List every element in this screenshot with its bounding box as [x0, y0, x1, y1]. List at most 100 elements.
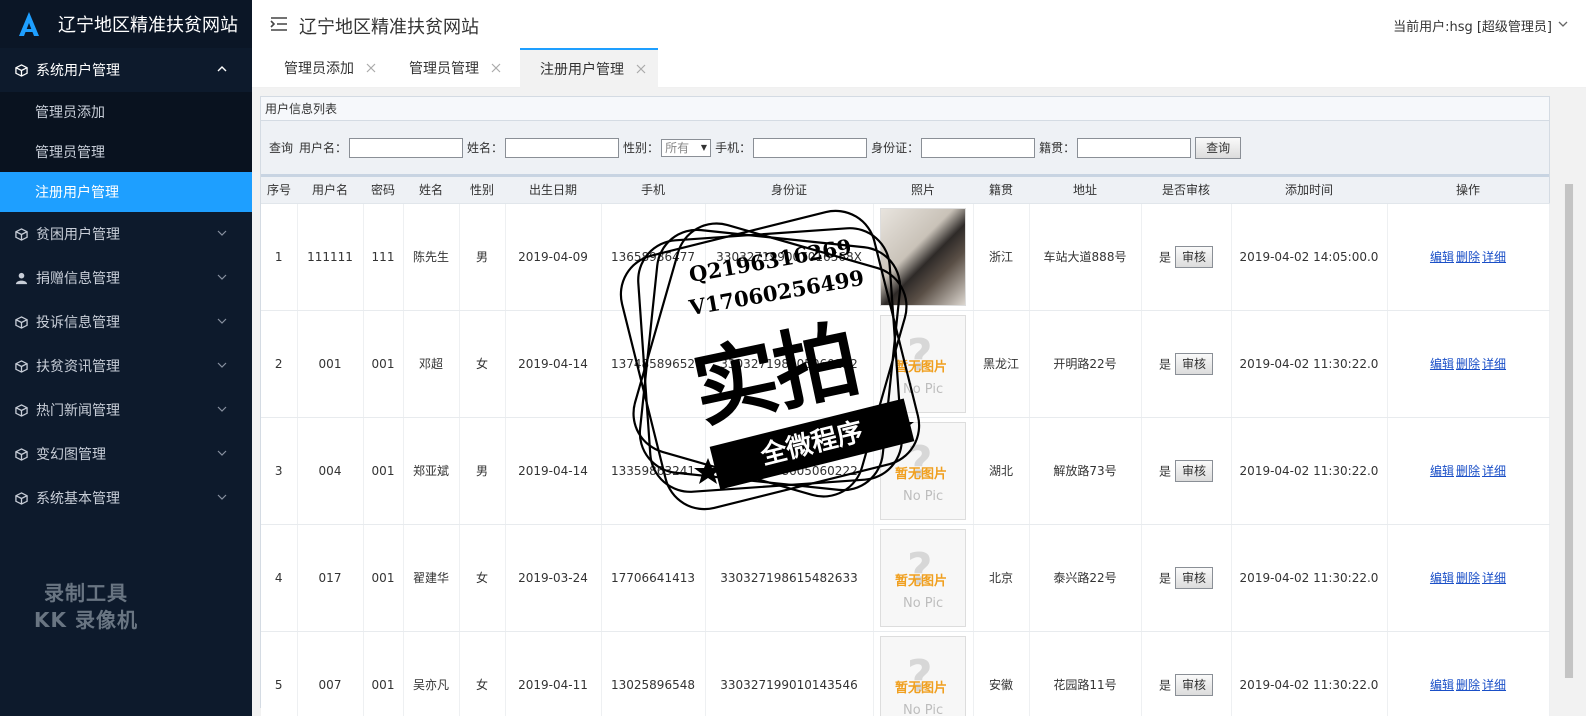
- detail-link[interactable]: 详细: [1482, 250, 1506, 264]
- detail-link[interactable]: 详细: [1482, 571, 1506, 585]
- search-button[interactable]: 查询: [1195, 136, 1242, 159]
- close-icon[interactable]: [366, 63, 376, 73]
- sidebar-subitem-admin-manage[interactable]: 管理员管理: [0, 132, 252, 172]
- sidebar-item-carousel[interactable]: 变幻图管理: [0, 432, 252, 476]
- delete-link[interactable]: 删除: [1456, 250, 1480, 264]
- audit-button[interactable]: 审核: [1175, 566, 1214, 589]
- cell-gender: 女: [459, 524, 506, 632]
- nopic-cn-label: 暂无图片: [895, 359, 948, 375]
- audit-button[interactable]: 审核: [1175, 245, 1214, 268]
- cell-idcard: 330327199010143546: [705, 631, 874, 716]
- column-header: 序号: [261, 177, 297, 204]
- column-header: 照片: [873, 177, 973, 204]
- user-list-panel: 用户信息列表 查询 用户名： 姓名： 性别： 所有 ▼ 手机： 身份证： 籍贯：…: [260, 96, 1550, 716]
- delete-link[interactable]: 删除: [1456, 571, 1480, 585]
- delete-link[interactable]: 删除: [1456, 464, 1480, 478]
- sidebar-subitem-admin-add[interactable]: 管理员添加: [0, 92, 252, 132]
- table-header-row: 序号 用户名 密码 姓名 性别 出生日期 手机 身份证 照片 籍贯 地址 是否审核 添加时间 操作: [261, 177, 1549, 204]
- menu-toggle-icon[interactable]: [270, 16, 288, 32]
- detail-link[interactable]: 详细: [1482, 678, 1506, 692]
- cell-actions: 编辑 删除 详细: [1387, 631, 1550, 716]
- edit-link[interactable]: 编辑: [1430, 678, 1454, 692]
- cell-phone: 13025896548: [601, 631, 706, 716]
- tab-admin-manage[interactable]: 管理员管理: [389, 48, 513, 88]
- cell-birth: 2019-04-14: [505, 417, 602, 525]
- table-row: 2 001 001 邓超女 2019-04-14 13748589652 330327198…: [261, 310, 1550, 418]
- cell-photo: ? 暂无图片 No Pic: [873, 310, 974, 418]
- cell-idcard: 330327198605060222: [705, 310, 874, 418]
- tab-registered-users[interactable]: 注册用户管理: [520, 48, 658, 88]
- nopic-en-label: No Pic: [903, 702, 944, 716]
- submenu-system-users: 管理员添加 管理员管理 注册用户管理: [0, 92, 252, 212]
- username-input[interactable]: [349, 137, 464, 158]
- column-header: 操作: [1387, 177, 1549, 204]
- scrollbar-thumb[interactable]: [1565, 184, 1573, 678]
- brand-title: 辽宁地区精准扶贫网站: [58, 15, 238, 36]
- edit-link[interactable]: 编辑: [1430, 357, 1454, 371]
- close-icon[interactable]: [636, 64, 646, 74]
- cell-username: 017: [297, 524, 364, 632]
- cube-icon: [14, 63, 28, 77]
- sidebar-item-system-users[interactable]: 系统用户管理: [0, 48, 252, 92]
- sidebar-subitem-registered-users[interactable]: 注册用户管理: [0, 172, 252, 212]
- sidebar-item-hot-news[interactable]: 热门新闻管理: [0, 388, 252, 432]
- chevron-up-icon: [217, 66, 227, 72]
- audit-button[interactable]: 审核: [1175, 352, 1214, 375]
- recorder-watermark: 录制工具 KK 录像机: [34, 581, 138, 632]
- origin-input[interactable]: [1077, 137, 1192, 158]
- gender-select[interactable]: 所有 ▼: [661, 138, 712, 157]
- cell-gender: 女: [459, 631, 506, 716]
- user-icon: [14, 271, 28, 285]
- phone-input[interactable]: [753, 137, 868, 158]
- cube-icon: [14, 227, 28, 241]
- cell-audited: 是审核: [1141, 417, 1232, 525]
- audit-button[interactable]: 审核: [1175, 673, 1214, 696]
- cell-photo: ? 暂无图片 No Pic: [873, 417, 974, 525]
- sidebar-item-poverty-news[interactable]: 扶贫资讯管理: [0, 344, 252, 388]
- detail-link[interactable]: 详细: [1482, 464, 1506, 478]
- column-header: 是否审核: [1141, 177, 1231, 204]
- detail-link[interactable]: 详细: [1482, 357, 1506, 371]
- column-header: 出生日期: [505, 177, 601, 204]
- cell-gender: 男: [459, 417, 506, 525]
- cell-idcard: 330327198605060222: [705, 417, 874, 525]
- edit-link[interactable]: 编辑: [1430, 250, 1454, 264]
- cell-address: 开明路22号: [1029, 310, 1142, 418]
- delete-link[interactable]: 删除: [1456, 678, 1480, 692]
- chevron-down-icon[interactable]: [1558, 20, 1568, 28]
- name-input[interactable]: [505, 137, 620, 158]
- close-icon[interactable]: [491, 63, 501, 73]
- audited-value: 是: [1158, 678, 1171, 692]
- cube-icon: [14, 359, 28, 373]
- column-header: 地址: [1029, 177, 1141, 204]
- cell-password: 111: [363, 203, 404, 311]
- vertical-scrollbar[interactable]: [1564, 184, 1574, 678]
- cell-no: 2: [261, 310, 298, 418]
- cell-actions: 编辑 删除 详细: [1387, 310, 1550, 418]
- cell-added: 2019-04-02 11:30:22.0: [1231, 417, 1388, 525]
- cell-phone: 13359863241: [601, 417, 706, 525]
- current-user[interactable]: 当前用户:hsg [超级管理员]: [1393, 16, 1552, 35]
- search-bar: 查询 用户名： 姓名： 性别： 所有 ▼ 手机： 身份证： 籍贯： 查询: [261, 121, 1549, 177]
- column-header: 姓名: [403, 177, 459, 204]
- edit-link[interactable]: 编辑: [1430, 571, 1454, 585]
- cell-address: 花园路11号: [1029, 631, 1142, 716]
- sidebar-item-poor-users[interactable]: 贫困用户管理: [0, 212, 252, 256]
- column-header: 密码: [363, 177, 403, 204]
- sidebar-item-donations[interactable]: 捐赠信息管理: [0, 256, 252, 300]
- cell-gender: 男: [459, 203, 506, 311]
- idcard-input[interactable]: [921, 137, 1036, 158]
- cell-address: 车站大道888号: [1029, 203, 1142, 311]
- no-photo-placeholder: ? 暂无图片 No Pic: [880, 314, 966, 413]
- delete-link[interactable]: 删除: [1456, 357, 1480, 371]
- table-row: 1 111111 111 陈先生男 2019-04-09 13658986477 33032…: [261, 203, 1550, 311]
- brand[interactable]: 辽宁地区精准扶贫网站: [0, 0, 252, 48]
- audit-button[interactable]: 审核: [1175, 459, 1214, 482]
- cell-no: 4: [261, 524, 298, 632]
- cell-actions: 编辑 删除 详细: [1387, 203, 1550, 311]
- tab-admin-add[interactable]: 管理员添加: [264, 48, 386, 88]
- sidebar-item-system-basic[interactable]: 系统基本管理: [0, 476, 252, 520]
- edit-link[interactable]: 编辑: [1430, 464, 1454, 478]
- cell-name: 翟建华: [403, 524, 460, 632]
- sidebar-item-complaints[interactable]: 投诉信息管理: [0, 300, 252, 344]
